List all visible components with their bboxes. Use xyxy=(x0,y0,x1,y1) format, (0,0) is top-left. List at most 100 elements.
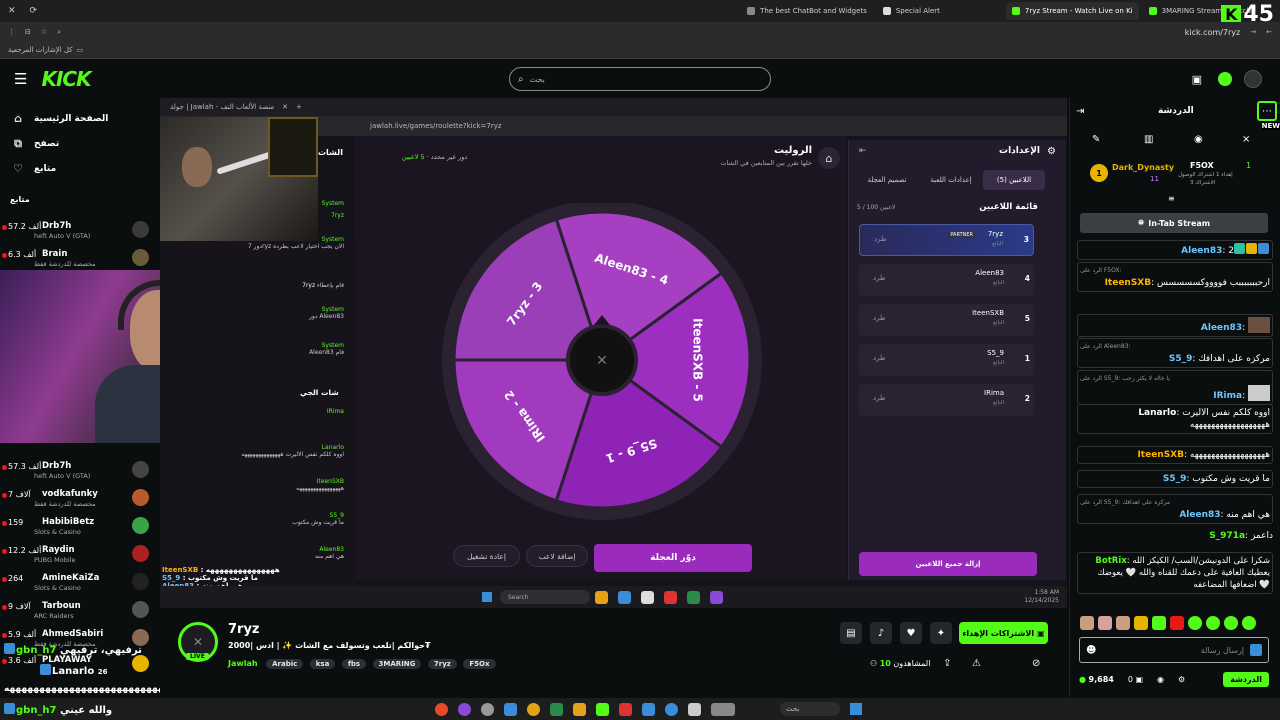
add-button[interactable]: ✦ xyxy=(930,622,952,644)
app-icon[interactable] xyxy=(711,702,735,716)
collapse-chat-icon[interactable]: ⇥ xyxy=(1076,106,1084,117)
player-row[interactable]: S5_9 البائع 1 طرد xyxy=(859,344,1034,376)
close-window-icon[interactable]: ✕ xyxy=(8,6,16,16)
chat-message[interactable]: الرد على S5_9: يا خاله لا يكثر رحب IRima: xyxy=(1077,370,1273,405)
emote-icon[interactable] xyxy=(1206,616,1220,630)
reload-icon[interactable]: ⟳ xyxy=(30,6,38,16)
bookmarks-label[interactable]: كل الإشارات المرجعية xyxy=(8,46,73,54)
app-icon[interactable] xyxy=(619,702,632,716)
kick-emote-icon[interactable] xyxy=(1250,644,1262,656)
tab-7ryz-stream[interactable]: 7ryz Stream - Watch Live on Ki xyxy=(1005,2,1139,20)
back-icon[interactable]: ← xyxy=(1266,28,1272,36)
app-icon[interactable] xyxy=(573,702,586,716)
chat-bubble-icon[interactable]: ◉ xyxy=(1157,675,1164,684)
tab-players[interactable]: اللاعبين (5) xyxy=(983,170,1045,190)
kick-round-icon[interactable] xyxy=(1218,72,1232,86)
emote-icon[interactable] xyxy=(1170,616,1184,630)
app-icon[interactable] xyxy=(458,702,471,716)
mute-icon[interactable]: ⊘ xyxy=(1032,658,1040,669)
emote-icon[interactable] xyxy=(1152,616,1166,630)
app-icon[interactable] xyxy=(596,702,609,716)
kick-player-button[interactable]: طرد xyxy=(873,354,886,362)
stream-tag[interactable]: 7ryz xyxy=(427,659,457,669)
collapse-icon[interactable]: ⇤ xyxy=(859,146,867,156)
spin-wheel-button[interactable]: دوّر العجلة xyxy=(594,544,752,572)
tab-wheel-design[interactable]: تصميم العجلة xyxy=(855,170,919,190)
app-icon[interactable] xyxy=(642,702,655,716)
kick-logo[interactable]: KICK xyxy=(41,67,91,91)
stream-tag[interactable]: fbs xyxy=(341,659,367,669)
chat-message[interactable]: Lanarlo: اووه كلكم نفس الاليرت ههههههههه… xyxy=(1077,404,1273,434)
chat-message[interactable]: الرد على Aleen83: S5_9: مركزه على اهدافك xyxy=(1077,338,1273,368)
replay-button[interactable]: إعادة تشغيل xyxy=(453,545,520,567)
following-item[interactable]: 7 آلاف vodkafunky مخصصة للدردشة فقط xyxy=(0,488,155,514)
search-input[interactable]: ⌕ بحث xyxy=(509,67,771,91)
chat-username[interactable]: Aleen83 xyxy=(1181,246,1222,256)
chrome-icon[interactable] xyxy=(527,702,540,716)
following-item[interactable]: 57.3 ألف Drb7h heft Auto V (GTA) xyxy=(0,460,155,486)
chat-message[interactable]: الرد على S5_9: مركزه على اهدافك Aleen83: … xyxy=(1077,494,1273,524)
close-icon[interactable]: ⨯ xyxy=(1242,134,1250,145)
emoji-icon[interactable]: ☻ xyxy=(1086,645,1096,656)
chat-username[interactable]: S_971a xyxy=(1209,531,1245,541)
trash-icon[interactable]: ▥ xyxy=(1144,134,1153,145)
emote-icon[interactable] xyxy=(1188,616,1202,630)
chat-username[interactable]: S5_9 xyxy=(1169,354,1193,364)
tab-game-settings[interactable]: إعدادات اللعبة xyxy=(921,170,981,190)
clip-button[interactable]: ▤ xyxy=(840,622,862,644)
star-icon[interactable]: ☆ xyxy=(41,28,47,36)
emote-icon[interactable] xyxy=(1098,616,1112,630)
windows-start-icon[interactable] xyxy=(850,703,862,715)
chat-username[interactable]: BotRix xyxy=(1095,556,1126,566)
emote-icon[interactable] xyxy=(1080,616,1094,630)
points-display[interactable]: ● 9,684 xyxy=(1079,675,1114,684)
stream-tag[interactable]: 3MARING xyxy=(372,659,422,669)
nav-home[interactable]: ⌂ الصفحة الرئيسية xyxy=(0,106,160,131)
stream-tag[interactable]: F5Ox xyxy=(463,659,496,669)
forward-icon[interactable]: → xyxy=(1250,28,1256,36)
channel-name[interactable]: 7ryz xyxy=(228,622,260,637)
app-icon[interactable] xyxy=(688,702,701,716)
gear-icon[interactable]: ⚙ xyxy=(1178,675,1185,684)
avatar[interactable] xyxy=(1244,70,1262,88)
notification-bell-button[interactable]: ♪ xyxy=(870,622,892,644)
app-icon[interactable] xyxy=(481,702,494,716)
chat-message[interactable]: S_971a: داعمز xyxy=(1077,530,1273,542)
roulette-wheel[interactable]: Aleen83 - 4IteenSXB - 5S5_9 - 1IRima - 2… xyxy=(434,203,774,523)
share-icon[interactable]: ⇪ xyxy=(943,658,951,669)
pinned-message[interactable]: ⛯ In-Tab Stream xyxy=(1080,213,1268,233)
hamburger-menu-icon[interactable]: ☰ xyxy=(14,70,27,88)
stream-tag[interactable]: ksa xyxy=(309,659,336,669)
pin-icon[interactable]: ✎ xyxy=(1092,134,1100,145)
emote-icon[interactable] xyxy=(1242,616,1256,630)
chat-message[interactable]: Aleen83: xyxy=(1077,314,1273,337)
kick-player-button[interactable]: طرد xyxy=(873,314,886,322)
points-display-2[interactable]: 0 ▣ xyxy=(1128,675,1143,684)
send-chat-button[interactable]: الدردشة xyxy=(1223,671,1269,687)
chat-input[interactable]: ☻ إرسال رسالة xyxy=(1079,637,1269,663)
player-row[interactable]: IRima البائع 2 طرد xyxy=(859,384,1034,416)
kick-player-button[interactable]: طرد xyxy=(873,394,886,402)
stream-category[interactable]: Jawlah xyxy=(228,659,258,668)
emote-icon[interactable] xyxy=(1224,616,1238,630)
chat-username[interactable]: S5_9 xyxy=(1163,474,1187,484)
add-player-button[interactable]: إضافة لاعب xyxy=(526,545,588,567)
url-text[interactable]: kick.com/7ryz xyxy=(1185,28,1241,37)
gift-icon[interactable]: ▣ xyxy=(1192,73,1202,86)
stream-tag[interactable]: Arabic xyxy=(266,659,304,669)
following-item[interactable]: 159 HabibiBetz Slots & Casino xyxy=(0,516,155,542)
following-item[interactable]: 264 AmineKaiZa Slots & Casino xyxy=(0,572,155,598)
taskbar-search[interactable]: بحث xyxy=(780,702,840,716)
player-row[interactable]: IteenSXB البائع 5 طرد xyxy=(859,304,1034,336)
extension-icon[interactable]: ⊟ xyxy=(25,28,31,36)
nav-following[interactable]: ♡ متابع xyxy=(0,156,160,181)
kick-player-button[interactable]: طرد xyxy=(873,274,886,282)
following-item[interactable]: 57.2 ألف Drb7h heft Auto V (GTA) xyxy=(0,220,155,246)
subscribe-button[interactable]: الاشتراكات الإهداء ▣ xyxy=(959,622,1048,644)
chat-username[interactable]: IteenSXB xyxy=(1105,278,1152,288)
chat-message[interactable]: IteenSXB: ههههههههههههههههههه xyxy=(1077,446,1273,464)
chat-username[interactable]: Lanarlo xyxy=(1138,408,1176,418)
kick-player-button[interactable]: طرد xyxy=(874,235,887,243)
nav-browse[interactable]: ⧉ تصفح xyxy=(0,131,160,156)
chat-menu-button[interactable]: ⋯ xyxy=(1257,101,1277,121)
